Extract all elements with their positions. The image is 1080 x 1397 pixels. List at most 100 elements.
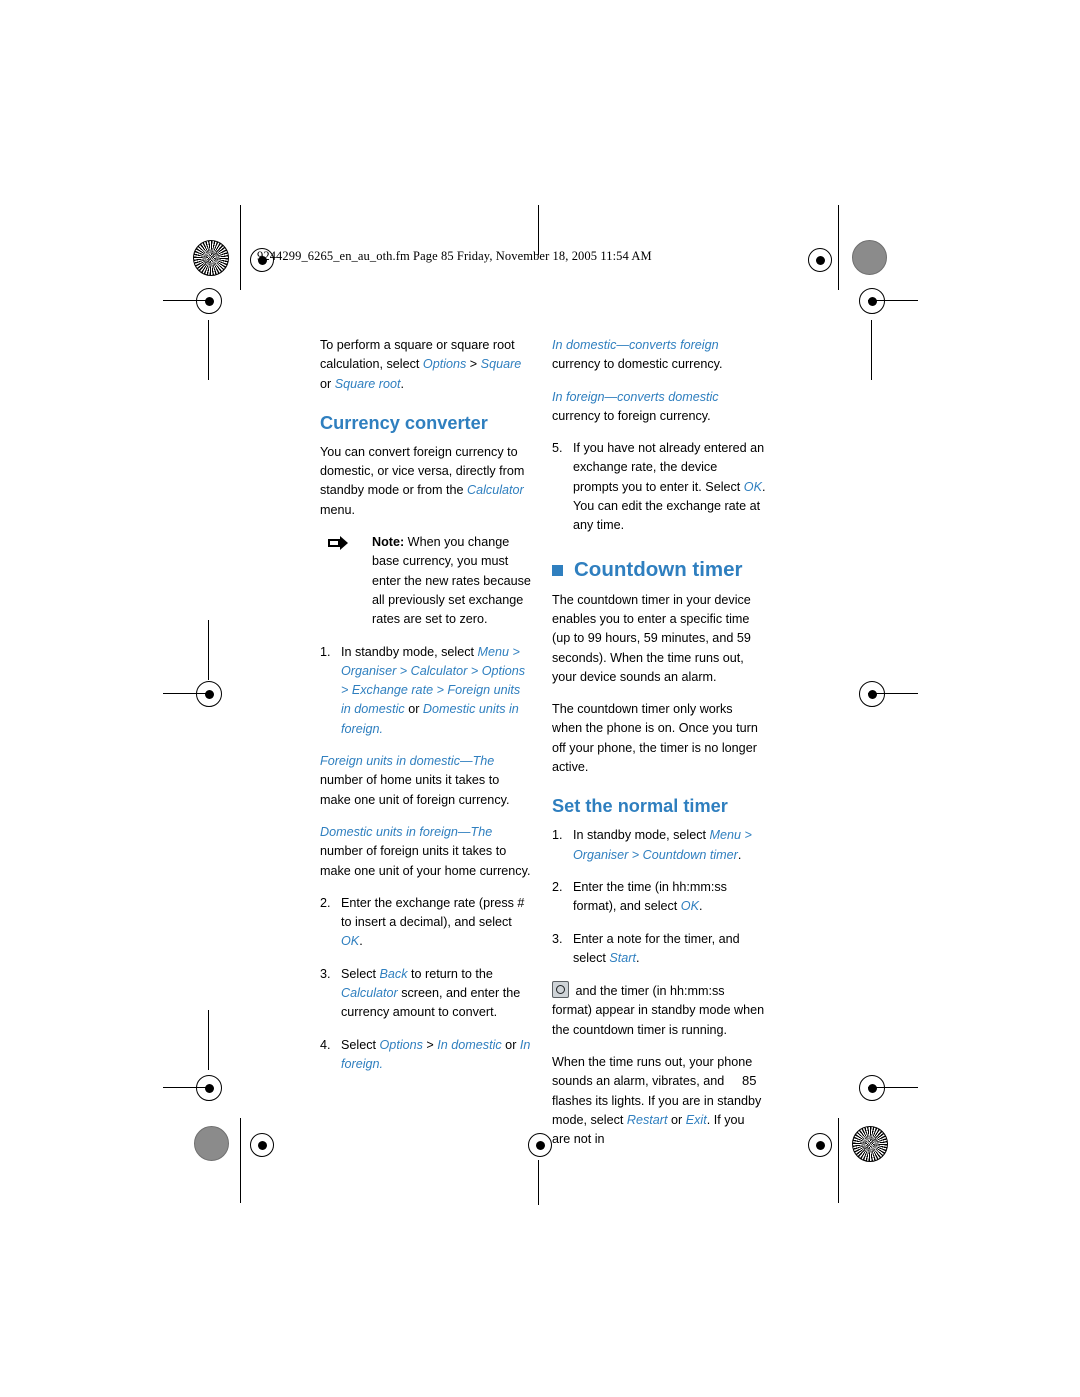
heading-countdown-timer: Countdown timer: [552, 558, 766, 582]
crop-line-mid-right-h: [868, 693, 918, 694]
definition-body-foreign-units: number of home units it takes to make on…: [320, 773, 510, 807]
heading-set-normal-timer: Set the normal timer: [552, 796, 728, 817]
left-step-4: 4. Select Options > In domestic or In fo…: [320, 1036, 532, 1075]
square-root-intro: To perform a square or square root calcu…: [320, 336, 532, 394]
left-step-3-link-calculator[interactable]: Calculator: [341, 986, 398, 1000]
right-step-1-text: In standby mode, select: [573, 828, 710, 843]
definition-dash-foreign-units: —The: [460, 754, 495, 769]
registration-target-right-middle: [859, 681, 885, 707]
left-step-1-number: 1.: [320, 644, 331, 659]
glyph-paragraph: and the timer (in hh:mm:ss format) appea…: [552, 981, 766, 1040]
registration-target-bottom-center: [528, 1133, 552, 1157]
left-step-3-text: Select: [341, 966, 380, 981]
left-step-2: 2. Enter the exchange rate (press # to i…: [320, 894, 532, 952]
registration-target-top-right: [808, 248, 832, 272]
definition-body-in-foreign: currency to foreign currency.: [552, 408, 711, 423]
intro-gt-1: >: [466, 357, 481, 372]
registration-target-bottom-right: [808, 1133, 832, 1157]
left-step-1: 1. In standby mode, select Menu > Organi…: [320, 643, 532, 739]
countdown-paragraph-1: The countdown timer in your device enabl…: [552, 592, 751, 684]
final-link-restart[interactable]: Restart: [627, 1113, 668, 1127]
definition-dash-in-domestic: —converts foreign: [616, 338, 719, 352]
registration-target-bottom-left: [250, 1133, 274, 1157]
right-step-1-number: 1.: [552, 828, 563, 843]
link-calculator[interactable]: Calculator: [467, 483, 524, 497]
definition-foreign-units: Foreign units in domestic—The number of …: [320, 752, 532, 810]
left-step-1-text: In standby mode, select: [341, 644, 478, 659]
currency-intro-paragraph: You can convert foreign currency to dome…: [320, 443, 532, 520]
crop-line-top-right-h: [868, 300, 918, 301]
definition-in-domestic: In domestic—converts foreign currency to…: [552, 336, 766, 375]
left-step-3-mid: to return to the: [407, 966, 493, 981]
crop-line-bottom-left-h: [163, 1087, 211, 1088]
definition-domestic-units: Domestic units in foreign—The number of …: [320, 823, 532, 881]
crop-line-inner-left-3: [208, 1010, 209, 1070]
intro-period: .: [400, 376, 405, 391]
currency-intro-2: menu.: [320, 502, 356, 517]
countdown-timer-icon: [552, 981, 569, 999]
left-step-4-period: .: [379, 1056, 384, 1071]
definition-dash-domestic-units: —The: [457, 824, 493, 839]
left-step-3-number: 3.: [320, 966, 331, 981]
right-step-2-text: Enter the time (in hh:mm:ss format), and…: [573, 879, 727, 914]
right-step-1-period: .: [737, 847, 742, 862]
heading-currency-converter: Currency converter: [320, 412, 488, 433]
crop-line-inner-left: [208, 320, 209, 380]
left-step-4-text: Select: [341, 1037, 380, 1052]
left-step-4-link-options[interactable]: Options: [380, 1038, 423, 1052]
definition-in-foreign: In foreign—converts domestic currency to…: [552, 388, 766, 427]
countdown-paragraph-2: The countdown timer only works when the …: [552, 702, 758, 775]
left-step-1-period: .: [379, 721, 384, 736]
right-step-2-link-ok[interactable]: OK: [681, 899, 699, 913]
left-column: To perform a square or square root calcu…: [320, 336, 532, 1087]
left-step-2-number: 2.: [320, 895, 331, 910]
definition-dash-in-foreign: —converts domestic: [604, 389, 719, 404]
right-step-2-period: .: [699, 899, 703, 914]
right-step-3-link-start[interactable]: Start: [609, 951, 636, 965]
left-step-2-period: .: [359, 934, 363, 949]
right-step-5-number: 5.: [552, 441, 563, 456]
right-step-5-text: If you have not already entered an excha…: [573, 441, 765, 494]
heading-countdown-timer-label: Countdown timer: [574, 557, 743, 581]
link-square-root[interactable]: Square root: [335, 377, 401, 391]
registration-starburst-bottom-right: [852, 1126, 888, 1162]
note-block: Note: When you change base currency, you…: [320, 533, 532, 629]
right-step-3-number: 3.: [552, 931, 563, 946]
definition-term-in-domestic[interactable]: In domestic: [552, 338, 616, 352]
right-column: In domestic—converts foreign currency to…: [552, 336, 766, 1163]
crop-line-center-top: [538, 205, 539, 255]
page-number: 85: [742, 1073, 757, 1088]
crop-line-right-b: [838, 1118, 839, 1203]
crop-line-left-b: [240, 1118, 241, 1203]
final-paragraph-mid: or: [667, 1112, 686, 1127]
definition-body-in-domestic: currency to domestic currency.: [552, 357, 723, 372]
definition-term-domestic-units[interactable]: Domestic units in foreign: [320, 825, 458, 839]
right-step-5: 5. If you have not already entered an ex…: [552, 439, 766, 535]
registration-target-left-middle: [196, 681, 222, 707]
left-step-2-link-ok[interactable]: OK: [341, 934, 359, 948]
definition-term-foreign-units[interactable]: Foreign units in domestic: [320, 754, 460, 768]
right-step-3-text: Enter a note for the timer, and select: [573, 931, 740, 965]
left-step-1-mid: or: [404, 702, 423, 717]
left-step-4-gt: >: [422, 1037, 438, 1052]
crop-line-mid-left-h: [163, 693, 211, 694]
crop-line-bottom-right-h: [868, 1087, 918, 1088]
registration-graydot-bottom-left: [194, 1126, 229, 1161]
link-options[interactable]: Options: [423, 357, 466, 371]
left-step-4-mid: or: [501, 1037, 520, 1052]
right-step-5-link-ok[interactable]: OK: [744, 480, 762, 494]
registration-starburst-top-left: [193, 240, 229, 276]
link-square[interactable]: Square: [481, 357, 522, 371]
right-step-2-number: 2.: [552, 879, 563, 894]
crop-line-left: [240, 205, 241, 290]
definition-term-in-foreign[interactable]: In foreign: [552, 390, 605, 404]
file-header-line: 9244299_6265_en_au_oth.fm Page 85 Friday…: [257, 249, 652, 263]
crop-line-inner-right: [871, 320, 872, 380]
left-step-3-link-back[interactable]: Back: [380, 967, 408, 981]
crop-line-right: [838, 205, 839, 290]
left-step-4-link-in-domestic[interactable]: In domestic: [437, 1038, 501, 1052]
left-step-3: 3. Select Back to return to the Calculat…: [320, 965, 532, 1023]
definition-body-domestic-units: number of foreign units it takes to make…: [320, 844, 531, 878]
left-step-4-number: 4.: [320, 1037, 331, 1052]
final-link-exit[interactable]: Exit: [686, 1113, 707, 1127]
